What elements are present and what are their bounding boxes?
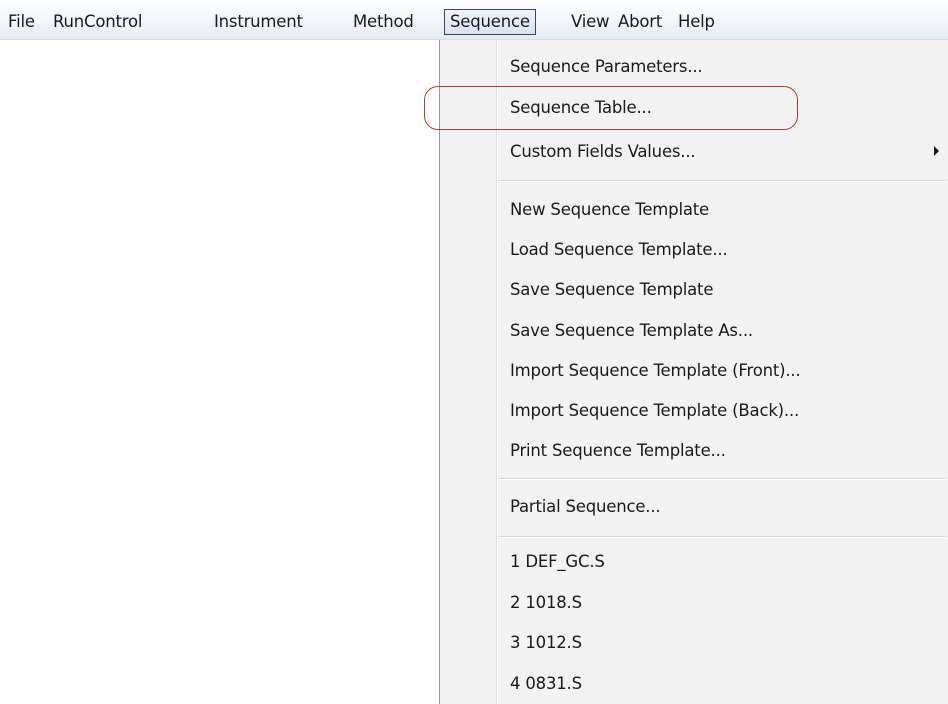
menu-item-import-template-front[interactable]: Import Sequence Template (Front)... — [510, 354, 801, 388]
menu-item-new-sequence-template[interactable]: New Sequence Template — [510, 193, 709, 227]
triangle-right-icon — [934, 146, 939, 156]
menu-item-custom-fields-values[interactable]: Custom Fields Values... — [510, 135, 696, 169]
menu-runcontrol[interactable]: RunControl — [53, 9, 142, 35]
menu-item-import-template-back[interactable]: Import Sequence Template (Back)... — [510, 394, 799, 428]
menu-item-save-sequence-template-as[interactable]: Save Sequence Template As... — [510, 314, 753, 348]
menu-separator — [498, 536, 946, 538]
menu-item-recent-1[interactable]: 1 DEF_GC.S — [510, 545, 605, 579]
menu-file[interactable]: File — [8, 9, 35, 35]
menu-bar: File RunControl Instrument Method Sequen… — [0, 0, 948, 40]
menu-item-sequence-table[interactable]: Sequence Table... — [510, 91, 652, 125]
menu-separator — [498, 180, 946, 182]
menu-sequence[interactable]: Sequence — [444, 9, 536, 35]
menu-help[interactable]: Help — [678, 9, 715, 35]
menu-item-recent-2[interactable]: 2 1018.S — [510, 586, 582, 620]
menu-item-partial-sequence[interactable]: Partial Sequence... — [510, 490, 661, 524]
menu-item-save-sequence-template[interactable]: Save Sequence Template — [510, 273, 713, 307]
menu-item-load-sequence-template[interactable]: Load Sequence Template... — [510, 233, 728, 267]
menu-instrument[interactable]: Instrument — [214, 9, 303, 35]
menu-view[interactable]: View — [571, 9, 610, 35]
menu-abort[interactable]: Abort — [618, 9, 662, 35]
menu-item-recent-3[interactable]: 3 1012.S — [510, 626, 582, 660]
sequence-dropdown-menu: Sequence Parameters... Sequence Table...… — [439, 40, 948, 704]
menu-item-print-sequence-template[interactable]: Print Sequence Template... — [510, 434, 726, 468]
menu-item-sequence-parameters[interactable]: Sequence Parameters... — [510, 50, 703, 84]
menu-item-recent-4[interactable]: 4 0831.S — [510, 667, 582, 701]
menu-method[interactable]: Method — [353, 9, 414, 35]
menu-separator — [498, 478, 946, 480]
